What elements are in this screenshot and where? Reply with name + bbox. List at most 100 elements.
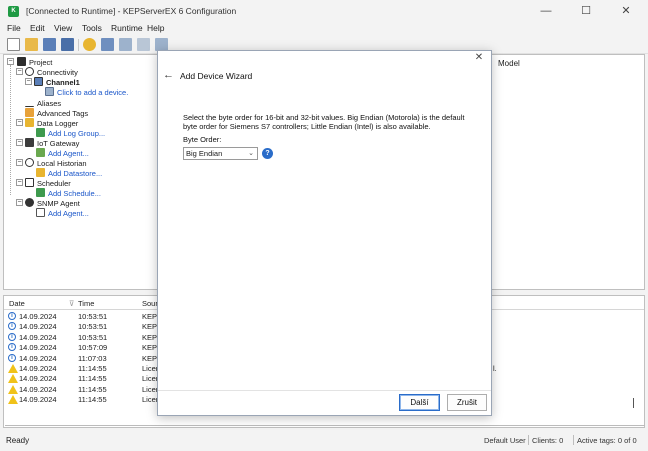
menu-file[interactable]: File [7, 23, 21, 33]
tree-item-add-datastore[interactable]: Add Datastore... [36, 168, 102, 178]
detail-pane: Model [490, 54, 645, 290]
expand-toggle[interactable]: − [16, 68, 23, 75]
log-date: 14.09.2024 [19, 395, 57, 405]
menu-help[interactable]: Help [147, 23, 164, 33]
column-header-model[interactable]: Model [498, 59, 520, 68]
log-date: 14.09.2024 [19, 312, 57, 321]
dialog-description: Select the byte order for 16-bit and 32-… [183, 113, 465, 131]
status-text: Ready [6, 436, 30, 445]
status-active-tags: Active tags: 0 of 0 [577, 436, 637, 445]
log-time: 11:14:55 [78, 374, 107, 384]
expand-toggle[interactable]: − [7, 58, 14, 65]
tree-item-aliases[interactable]: Aliases [25, 98, 61, 108]
tree-item-add-agent-iot[interactable]: Add Agent... [36, 148, 89, 158]
chevron-down-icon: ⌄ [248, 150, 254, 157]
log-time: 10:57:09 [78, 343, 108, 353]
byte-order-select[interactable]: Big Endian ⌄ [183, 147, 258, 160]
add-log-group-icon [36, 128, 45, 137]
expand-toggle[interactable]: − [16, 139, 23, 146]
new-tag-group-icon[interactable] [137, 38, 150, 51]
log-date: 14.09.2024 [19, 384, 57, 394]
tree-item-project[interactable]: Project [17, 57, 52, 67]
expand-toggle[interactable]: − [16, 179, 23, 186]
log-date: 14.09.2024 [19, 343, 57, 353]
horizontal-scrollbar[interactable] [5, 425, 645, 426]
log-time: 11:14:55 [78, 395, 107, 405]
add-datastore-icon [36, 168, 45, 177]
log-date: 14.09.2024 [19, 353, 57, 363]
help-icon[interactable]: ? [262, 148, 273, 159]
maximize-button[interactable]: ☐ [566, 2, 606, 20]
log-date: 14.09.2024 [19, 322, 57, 332]
expand-toggle[interactable]: − [25, 78, 32, 85]
snmp-agent-icon [25, 198, 34, 207]
byte-order-label: Byte Order: [183, 135, 222, 144]
close-window-button[interactable]: ✕ [606, 2, 646, 20]
column-header-time[interactable]: Time [78, 299, 94, 308]
status-user: Default User [484, 436, 526, 445]
new-device-icon[interactable] [119, 38, 132, 51]
tree-item-channel[interactable]: Channel1 [34, 77, 80, 87]
save-icon[interactable] [43, 38, 56, 51]
connectivity-icon [25, 67, 34, 76]
channel-icon [34, 77, 43, 86]
column-header-date[interactable]: Date [9, 299, 25, 308]
log-time: 11:14:55 [78, 364, 107, 373]
add-device-wizard-dialog: ✕ ← Add Device Wizard Select the byte or… [157, 50, 492, 416]
tree-item-add-schedule[interactable]: Add Schedule... [36, 188, 101, 198]
menu-runtime[interactable]: Runtime [111, 23, 143, 33]
filter-icon[interactable]: ⊽ [69, 299, 75, 308]
title-bar: K [Connected to Runtime] - KEPServerEX 6… [0, 0, 648, 22]
tree-item-connectivity[interactable]: Connectivity [25, 67, 78, 77]
project-icon [17, 57, 26, 66]
tree-item-advanced-tags[interactable]: Advanced Tags [25, 108, 88, 118]
footer-divider [158, 390, 491, 391]
toolbar-separator [78, 39, 79, 51]
scheduler-icon [25, 178, 34, 187]
cancel-button[interactable]: Zrušit [447, 394, 487, 411]
new-channel-icon[interactable] [101, 38, 114, 51]
save-as-icon[interactable] [61, 38, 74, 51]
close-icon[interactable]: ✕ [473, 52, 485, 64]
expand-toggle[interactable]: − [16, 119, 23, 126]
tree-item-add-agent-snmp[interactable]: Add Agent... [36, 208, 89, 218]
tree-item-add-device[interactable]: Click to add a device. [45, 87, 128, 97]
local-historian-icon [25, 158, 34, 167]
log-time: 10:53:51 [78, 312, 108, 321]
back-arrow-icon[interactable]: ← [163, 69, 174, 81]
tree-item-local-historian[interactable]: Local Historian [25, 158, 87, 168]
add-schedule-icon [36, 188, 45, 197]
menu-tools[interactable]: Tools [82, 23, 102, 33]
tree-item-add-log-group[interactable]: Add Log Group... [36, 128, 105, 138]
new-file-icon[interactable] [7, 38, 20, 51]
expand-toggle[interactable]: − [16, 199, 23, 206]
add-agent-icon [36, 208, 45, 217]
menu-view[interactable]: View [54, 23, 72, 33]
tree-item-snmp-agent[interactable]: SNMP Agent [25, 198, 80, 208]
add-agent-icon [36, 148, 45, 157]
add-device-icon [45, 87, 54, 96]
tree-item-iot-gateway[interactable]: IoT Gateway [25, 138, 79, 148]
tree-item-scheduler[interactable]: Scheduler [25, 178, 71, 188]
dialog-title: Add Device Wizard [180, 71, 253, 81]
log-time: 11:14:55 [78, 384, 107, 394]
minimize-button[interactable]: — [526, 2, 566, 20]
log-time: 11:07:03 [78, 353, 107, 363]
project-tree: − Project − Connectivity − Channel1 Clic… [3, 54, 163, 290]
log-date: 14.09.2024 [19, 374, 57, 384]
log-time: 10:53:51 [78, 332, 108, 342]
iot-gateway-icon [25, 138, 34, 147]
menu-edit[interactable]: Edit [30, 23, 45, 33]
expand-toggle[interactable]: − [16, 159, 23, 166]
tree-item-data-logger[interactable]: Data Logger [25, 118, 78, 128]
log-message-tail: l. [493, 364, 497, 373]
open-folder-icon[interactable] [25, 38, 38, 51]
properties-gear-icon[interactable] [83, 38, 96, 51]
scroll-indicator[interactable] [633, 398, 634, 408]
byte-order-value: Big Endian [186, 149, 223, 158]
advanced-tags-icon [25, 108, 34, 117]
next-button[interactable]: Další [399, 394, 440, 411]
status-clients: Clients: 0 [532, 436, 564, 445]
log-date: 14.09.2024 [19, 332, 57, 342]
window-title: [Connected to Runtime] - KEPServerEX 6 C… [26, 6, 237, 16]
